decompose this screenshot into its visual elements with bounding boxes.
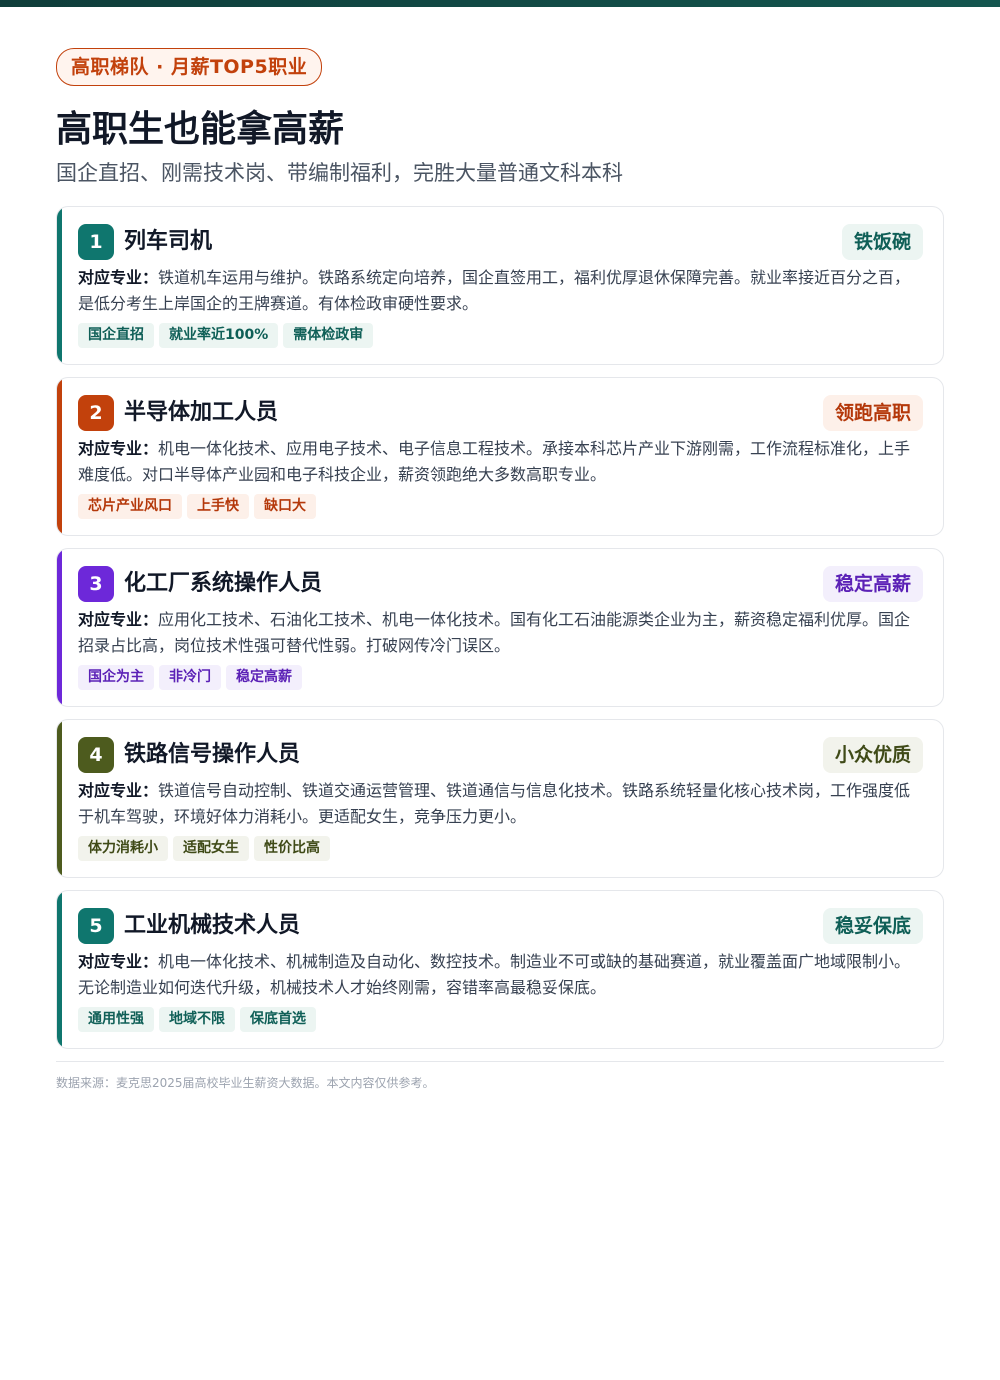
highlight-tag: 稳定高薪: [822, 566, 923, 602]
major-text: 机电一体化技术、应用电子技术、电子信息工程技术。承接本科芯片产业下游刚需，工作流…: [78, 439, 911, 484]
major-label: 对应专业：: [78, 439, 159, 458]
highlight-tag: 领跑高职: [822, 395, 923, 431]
card-header: 2 半导体加工人员 领跑高职: [78, 395, 923, 431]
major-description: 对应专业：应用化工技术、石油化工技术、机电一体化技术。国有化工石油能源类企业为主…: [78, 607, 913, 659]
feature-chips: 国企直招 就业率近100% 需体检政审: [78, 323, 378, 348]
card-accent-stripe: [57, 207, 62, 364]
card-header: 3 化工厂系统操作人员 稳定高薪: [78, 566, 923, 602]
feature-chip: 非冷门: [159, 665, 221, 690]
major-description: 对应专业：铁道信号自动控制、铁道交通运营管理、铁道通信与信息化技术。铁路系统轻量…: [78, 778, 913, 830]
major-text: 机电一体化技术、机械制造及自动化、数控技术。制造业不可或缺的基础赛道，就业覆盖面…: [78, 952, 911, 997]
feature-chip: 适配女生: [173, 836, 249, 861]
major-text: 应用化工技术、石油化工技术、机电一体化技术。国有化工石油能源类企业为主，薪资稳定…: [78, 610, 911, 655]
feature-chips: 国企为主 非冷门 稳定高薪: [78, 665, 307, 690]
page-subtitle: 国企直招、刚需技术岗、带编制福利，完胜大量普通文科本科: [56, 161, 623, 185]
card-header: 1 列车司机 铁饭碗: [78, 224, 923, 260]
feature-chip: 国企直招: [78, 323, 154, 348]
major-description: 对应专业：铁道机车运用与维护。铁路系统定向培养，国企直签用工，福利优厚退休保障完…: [78, 265, 913, 317]
card-accent-stripe: [57, 549, 62, 706]
feature-chip: 缺口大: [254, 494, 316, 519]
page-content: 高职梯队 · 月薪TOP5职业 高职生也能拿高薪 国企直招、刚需技术岗、带编制福…: [56, 48, 944, 1091]
job-title: 半导体加工人员: [124, 400, 279, 425]
career-card-2: 2 半导体加工人员 领跑高职 对应专业：机电一体化技术、应用电子技术、电子信息工…: [56, 377, 944, 536]
major-label: 对应专业：: [78, 268, 159, 287]
card-accent-stripe: [57, 378, 62, 535]
feature-chip: 通用性强: [78, 1007, 154, 1032]
feature-chips: 通用性强 地域不限 保底首选: [78, 1007, 321, 1032]
career-card-list: 1 列车司机 铁饭碗 对应专业：铁道机车运用与维护。铁路系统定向培养，国企直签用…: [56, 206, 944, 1049]
job-title: 铁路信号操作人员: [124, 742, 301, 767]
job-title: 化工厂系统操作人员: [124, 571, 323, 596]
career-card-1: 1 列车司机 铁饭碗 对应专业：铁道机车运用与维护。铁路系统定向培养，国企直签用…: [56, 206, 944, 365]
rank-badge: 4: [78, 737, 114, 773]
major-label: 对应专业：: [78, 610, 159, 629]
feature-chip: 上手快: [187, 494, 249, 519]
rank-badge: 1: [78, 224, 114, 260]
rank-badge: 2: [78, 395, 114, 431]
rank-badge: 5: [78, 908, 114, 944]
feature-chips: 芯片产业风口 上手快 缺口大: [78, 494, 321, 519]
feature-chip: 芯片产业风口: [78, 494, 182, 519]
footer-divider: [56, 1061, 944, 1062]
major-text: 铁道机车运用与维护。铁路系统定向培养，国企直签用工，福利优厚退休保障完善。就业率…: [78, 268, 911, 313]
highlight-tag: 稳妥保底: [822, 908, 923, 944]
major-label: 对应专业：: [78, 952, 159, 971]
feature-chip: 就业率近100%: [159, 323, 279, 348]
rank-badge: 3: [78, 566, 114, 602]
major-text: 铁道信号自动控制、铁道交通运营管理、铁道通信与信息化技术。铁路系统轻量化核心技术…: [78, 781, 911, 826]
major-description: 对应专业：机电一体化技术、应用电子技术、电子信息工程技术。承接本科芯片产业下游刚…: [78, 436, 913, 488]
card-header: 5 工业机械技术人员 稳妥保底: [78, 908, 923, 944]
feature-chip: 体力消耗小: [78, 836, 168, 861]
job-title: 列车司机: [124, 229, 213, 254]
page-title: 高职生也能拿高薪: [56, 109, 345, 150]
card-header: 4 铁路信号操作人员 小众优质: [78, 737, 923, 773]
feature-chip: 保底首选: [240, 1007, 316, 1032]
highlight-tag: 铁饭碗: [841, 224, 923, 260]
feature-chip: 国企为主: [78, 665, 154, 690]
feature-chip: 性价比高: [254, 836, 330, 861]
job-title: 工业机械技术人员: [124, 913, 301, 938]
feature-chip: 需体检政审: [283, 323, 374, 348]
data-source-note: 数据来源：麦克思2025届高校毕业生薪资大数据。本文内容仅供参考。: [56, 1076, 435, 1090]
feature-chip: 地域不限: [159, 1007, 235, 1032]
feature-chip: 稳定高薪: [226, 665, 302, 690]
highlight-tag: 小众优质: [822, 737, 923, 773]
major-label: 对应专业：: [78, 781, 159, 800]
feature-chips: 体力消耗小 适配女生 性价比高: [78, 836, 335, 861]
career-card-3: 3 化工厂系统操作人员 稳定高薪 对应专业：应用化工技术、石油化工技术、机电一体…: [56, 548, 944, 707]
top-accent-bar: [0, 0, 1000, 7]
category-pill: 高职梯队 · 月薪TOP5职业: [56, 48, 323, 86]
career-card-5: 5 工业机械技术人员 稳妥保底 对应专业：机电一体化技术、机械制造及自动化、数控…: [56, 890, 944, 1049]
card-accent-stripe: [57, 891, 62, 1048]
career-card-4: 4 铁路信号操作人员 小众优质 对应专业：铁道信号自动控制、铁道交通运营管理、铁…: [56, 719, 944, 878]
major-description: 对应专业：机电一体化技术、机械制造及自动化、数控技术。制造业不可或缺的基础赛道，…: [78, 949, 913, 1001]
card-accent-stripe: [57, 720, 62, 877]
